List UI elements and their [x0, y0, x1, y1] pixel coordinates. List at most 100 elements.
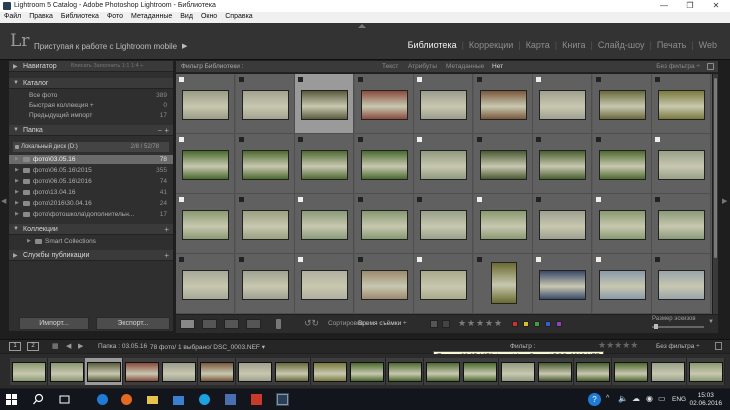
cell-badge-icon[interactable] — [595, 137, 601, 142]
compare-view-button[interactable] — [224, 319, 239, 329]
photo-thumbnail[interactable] — [420, 210, 467, 240]
module-slideshow[interactable]: Слайд-шоу — [593, 40, 650, 50]
filmstrip-cell[interactable] — [423, 358, 462, 385]
cell-badge-icon[interactable] — [655, 77, 660, 82]
cell-badge-icon[interactable] — [298, 257, 303, 262]
photo-thumbnail[interactable] — [598, 210, 646, 240]
folders-add-remove[interactable]: − + — [157, 126, 169, 135]
photo-thumbnail[interactable] — [301, 90, 348, 120]
filmstrip-filter-lock-icon[interactable] — [715, 342, 722, 350]
folder-item[interactable]: ▶ фото\06.05.16\2016 74 — [9, 177, 173, 186]
top-panel-toggle-icon[interactable] — [358, 24, 366, 28]
windows-start-icon[interactable] — [6, 394, 17, 405]
filter-tab-attributes[interactable]: Атрибуты — [408, 63, 437, 70]
filmstrip-thumbnail[interactable] — [312, 362, 347, 382]
flag-pick-icon[interactable] — [430, 320, 438, 328]
photo-thumbnail[interactable] — [479, 90, 527, 120]
color-label-blue[interactable] — [545, 321, 551, 327]
photo-thumbnail[interactable] — [241, 270, 289, 300]
publish-services-add[interactable]: + — [164, 251, 169, 260]
spray-can-icon[interactable] — [276, 319, 281, 329]
module-develop[interactable]: Коррекции — [464, 40, 518, 50]
grid-cell[interactable] — [295, 194, 354, 254]
photo-thumbnail[interactable] — [598, 150, 646, 180]
photo-thumbnail[interactable] — [182, 90, 229, 120]
grid-cell[interactable] — [414, 74, 473, 134]
filter-tab-none[interactable]: Нет — [492, 63, 503, 70]
cell-badge-icon[interactable] — [476, 137, 482, 142]
grid-cell[interactable] — [176, 74, 235, 134]
cell-badge-icon[interactable] — [536, 137, 541, 142]
filmstrip-cell[interactable] — [536, 358, 575, 385]
filmstrip-cell[interactable] — [310, 358, 349, 385]
folder-item[interactable]: ▶ фото\фотошкола\дополнительн... 17 — [9, 210, 173, 219]
cell-badge-icon[interactable] — [476, 77, 482, 82]
filter-tab-metadata[interactable]: Метаданные — [446, 63, 484, 70]
photo-thumbnail[interactable] — [539, 150, 586, 180]
photo-thumbnail[interactable] — [658, 90, 705, 120]
filmstrip-thumbnail[interactable] — [576, 362, 610, 382]
filmstrip-cell[interactable] — [235, 358, 274, 385]
grid-cell[interactable] — [652, 254, 711, 314]
rating-star-icon[interactable]: ★ — [467, 318, 475, 329]
cell-badge-icon[interactable] — [179, 197, 184, 202]
filmstrip-thumbnail[interactable] — [237, 362, 272, 382]
cell-badge-icon[interactable] — [238, 257, 244, 262]
cell-badge-icon[interactable] — [476, 197, 482, 202]
grid-cell[interactable] — [652, 194, 711, 254]
filmstrip-thumbnail[interactable] — [500, 362, 535, 382]
module-web[interactable]: Web — [694, 40, 722, 50]
app-icon[interactable] — [224, 393, 237, 406]
grid-cell[interactable] — [354, 74, 414, 134]
grid-cell[interactable] — [473, 254, 533, 314]
filmstrip-cell[interactable] — [649, 358, 688, 385]
catalog-header[interactable]: ▼ Каталог — [9, 78, 173, 89]
grid-cell[interactable] — [235, 194, 295, 254]
rotate-icon[interactable]: ↺↻ — [304, 318, 319, 329]
cell-badge-icon[interactable] — [238, 77, 244, 82]
photo-thumbnail[interactable] — [301, 210, 348, 240]
filmstrip-cell[interactable] — [160, 358, 199, 385]
search-icon[interactable] — [32, 393, 45, 406]
filmstrip-selection-info[interactable]: 78 фото/ 1 выбрано/ DSC_0003.NEF ▾ — [150, 343, 265, 351]
task-view-icon[interactable] — [58, 393, 71, 406]
photo-thumbnail[interactable] — [241, 150, 289, 180]
menu-photo[interactable]: Фото — [103, 12, 127, 20]
photo-thumbnail[interactable] — [360, 90, 408, 120]
folder-expand-icon[interactable]: ▶ — [15, 156, 19, 162]
navigator-header[interactable]: ▶ Навигатор Вписать Заполнить 1:1 1:4 ÷ — [9, 61, 173, 72]
grid-cell[interactable] — [414, 254, 473, 314]
mobile-arrow-icon[interactable]: ▶ — [182, 42, 187, 50]
cell-badge-icon[interactable] — [595, 257, 601, 262]
filmstrip-thumbnail[interactable] — [651, 362, 686, 382]
grid-cell[interactable] — [354, 194, 414, 254]
menu-library[interactable]: Библиотека — [57, 12, 103, 20]
photo-thumbnail[interactable] — [598, 90, 646, 120]
grid-scrollbar[interactable] — [713, 74, 718, 314]
rating-star-icon[interactable]: ★ — [458, 318, 466, 329]
filmstrip-thumbnail[interactable] — [49, 362, 84, 382]
left-panel-toggle-icon[interactable]: ◀ — [1, 197, 6, 205]
publish-services-header[interactable]: ▶ Службы публикации + — [9, 250, 173, 261]
filmstrip-cell[interactable] — [461, 358, 500, 385]
folder-item[interactable]: ▶ фото\06.05.16\2015 355 — [9, 166, 173, 175]
grid-cell[interactable] — [176, 254, 235, 314]
mobile-getting-started[interactable]: Приступая к работе с Lightroom mobile — [34, 42, 177, 51]
grid-cell[interactable] — [295, 134, 354, 194]
photo-thumbnail[interactable] — [658, 150, 705, 180]
cell-badge-icon[interactable] — [357, 257, 363, 262]
cell-badge-icon[interactable] — [655, 197, 660, 202]
store-icon[interactable] — [172, 393, 185, 406]
filmstrip-cell[interactable] — [198, 358, 236, 385]
grid-cell[interactable] — [473, 134, 533, 194]
back-arrow-icon[interactable]: ◀ — [66, 342, 71, 350]
photo-thumbnail[interactable] — [420, 150, 467, 180]
photo-thumbnail[interactable] — [420, 90, 467, 120]
grid-cell[interactable] — [473, 74, 533, 134]
filter-tab-text[interactable]: Текст — [382, 63, 398, 70]
taskbar-clock[interactable]: 15:03 02.06.2016 — [689, 392, 722, 408]
photo-thumbnail[interactable] — [360, 210, 408, 240]
grid-cell[interactable] — [176, 194, 235, 254]
grid-cell[interactable] — [592, 254, 652, 314]
menu-help[interactable]: Справка — [221, 12, 256, 20]
